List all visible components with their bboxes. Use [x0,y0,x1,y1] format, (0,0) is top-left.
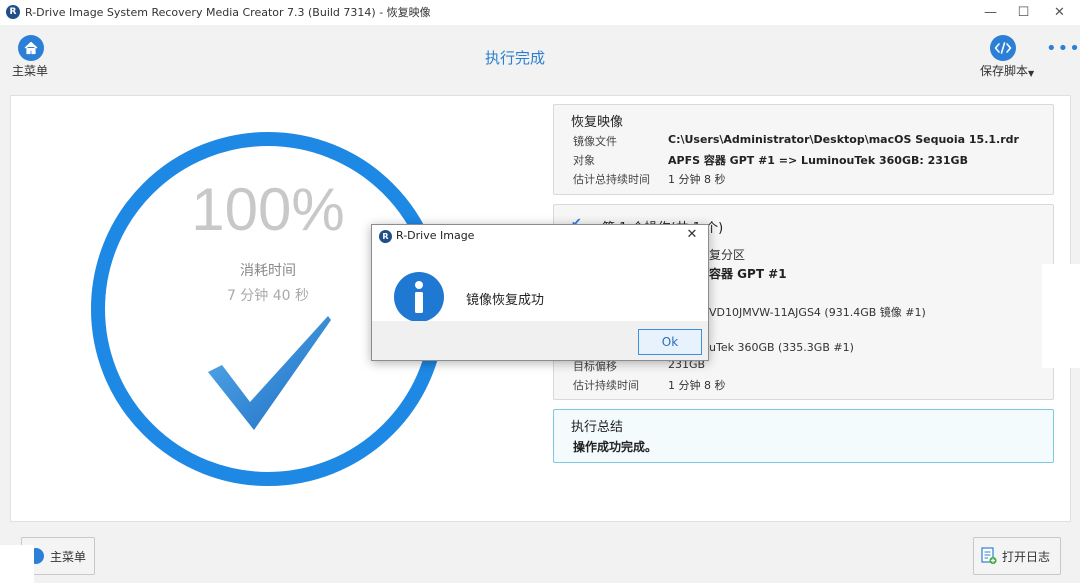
window-title: R-Drive Image System Recovery Media Crea… [25,6,431,19]
execution-summary-card: 执行总结 操作成功完成。 [553,409,1054,463]
open-log-button-label: 打开日志 [1002,550,1051,564]
target-label: 对象 [573,154,595,167]
save-script-label: 保存脚本 [980,64,1029,78]
log-icon [981,547,997,568]
app-logo-icon: R [6,5,20,19]
more-options-icon[interactable]: ••• [1046,38,1080,59]
dialog-message: 镜像恢复成功 [466,293,545,308]
image-file-label: 镜像文件 [573,135,617,148]
code-icon [990,35,1016,61]
operation-detail-3: VD10JMVW-11AJGS4 (931.4GB 镜像 #1) [709,306,926,319]
close-button[interactable]: ✕ [1043,0,1076,25]
dialog-titlebar: R R-Drive Image ✕ [372,225,708,249]
overlay-patch-right [1042,264,1080,368]
chevron-down-icon: ▼ [1028,69,1035,78]
estimated-duration-label: 估计持续时间 [573,379,639,392]
dialog-close-button[interactable]: ✕ [682,227,702,242]
operation-detail-1: 复分区 [709,248,746,262]
dialog-app-icon: R [379,230,392,243]
summary-card-title: 执行总结 [571,420,624,435]
save-script-button[interactable]: 保存脚本 ▼ [976,33,1036,79]
image-file-value: C:\Users\Administrator\Desktop\macOS Seq… [668,133,1019,146]
minimize-button[interactable]: — [974,0,1007,25]
window-titlebar: R R-Drive Image System Recovery Media Cr… [0,0,1080,25]
page-title: 执行完成 [484,49,545,67]
estimated-duration-value: 1 分钟 8 秒 [668,379,726,392]
estimated-total-value: 1 分钟 8 秒 [668,173,726,186]
summary-message: 操作成功完成。 [573,440,658,454]
overlay-patch [0,545,34,583]
estimated-total-label: 估计总持续时间 [573,173,650,186]
checkmark-icon [208,316,331,430]
operation-detail-2: 容器 GPT #1 [709,267,787,281]
success-dialog: R R-Drive Image ✕ 镜像恢复成功 Ok [371,224,709,361]
restore-image-card: 恢复映像 镜像文件 C:\Users\Administrator\Desktop… [553,104,1054,195]
target-value: APFS 容器 GPT #1 => LuminouTek 360GB: 231G… [668,154,968,167]
open-log-button[interactable]: 打开日志 [973,537,1061,575]
ok-button[interactable]: Ok [638,329,702,355]
restore-card-title: 恢复映像 [571,115,624,130]
operation-detail-4: uTek 360GB (335.3GB #1) [709,341,854,354]
maximize-button[interactable]: ☐ [1007,0,1040,25]
main-menu-button-label: 主菜单 [50,550,87,564]
dialog-title: R-Drive Image [396,229,475,242]
info-icon [394,272,444,322]
